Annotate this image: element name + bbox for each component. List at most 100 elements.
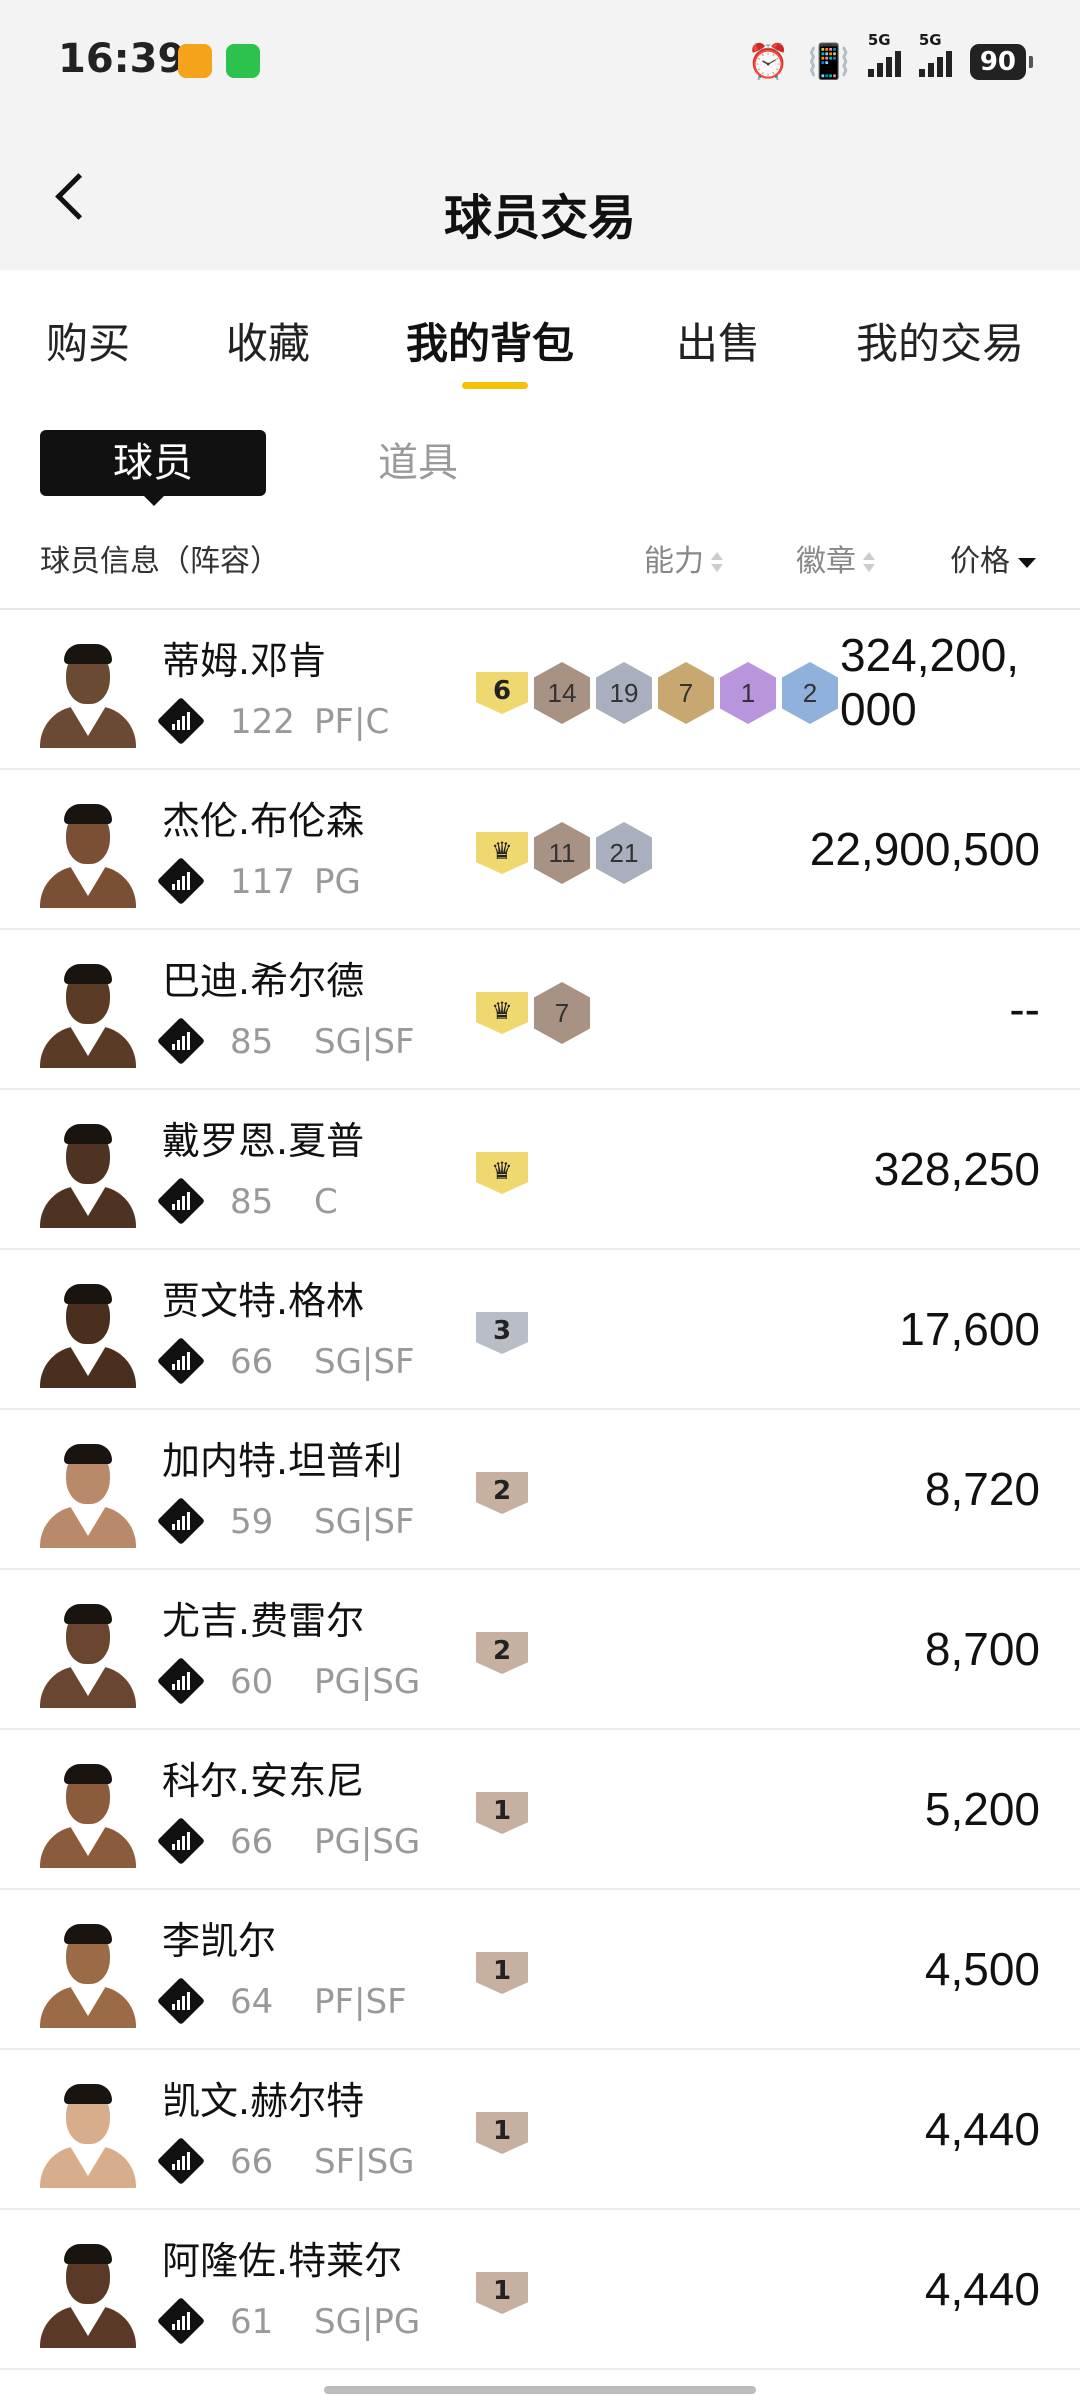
rating-icon <box>156 1656 206 1706</box>
player-rating: 64 <box>230 1982 274 2022</box>
skill-badge: 19 <box>596 662 652 724</box>
badge-group: 1 <box>476 2102 528 2164</box>
player-name: 李凯尔 <box>162 1919 277 1963</box>
app-notification-icon <box>178 44 212 78</box>
rating-icon <box>156 1816 206 1866</box>
tier-badge: ♛ <box>476 832 528 874</box>
avatar-hair <box>64 1284 112 1304</box>
player-row[interactable]: 贾文特.格林 66 SG|SF 3 17,600 <box>0 1250 1080 1410</box>
badge-group: ♛ 11 21 <box>476 822 652 884</box>
player-position: SG|SF <box>314 1502 415 1542</box>
home-indicator[interactable] <box>324 2386 756 2394</box>
skill-badge: 21 <box>596 822 652 884</box>
player-avatar <box>40 960 136 1068</box>
player-rating: 117 <box>230 862 295 902</box>
player-name: 贾文特.格林 <box>162 1279 365 1323</box>
player-position: SG|SF <box>314 1022 415 1062</box>
player-price: 324,200,000 <box>840 629 1020 735</box>
player-position: PF|SF <box>314 1982 407 2022</box>
player-row[interactable]: 凯文.赫尔特 66 SF|SG 1 4,440 <box>0 2050 1080 2210</box>
player-row[interactable]: 戴罗恩.夏普 85 C ♛ 328,250 <box>0 1090 1080 1250</box>
player-avatar <box>40 1120 136 1228</box>
player-position: SG|PG <box>314 2302 421 2342</box>
badge-group: 1 <box>476 1942 528 2004</box>
player-avatar <box>40 1280 136 1388</box>
avatar-hair <box>64 804 112 824</box>
player-row[interactable]: 李凯尔 64 PF|SF 1 4,500 <box>0 1890 1080 2050</box>
player-name: 巴迪.希尔德 <box>162 959 365 1003</box>
player-rating: 85 <box>230 1182 274 1222</box>
tier-badge: ♛ <box>476 992 528 1034</box>
column-price-label: 价格 <box>950 544 1010 579</box>
player-list: 蒂姆.邓肯 122 PF|C 6 14 19 7 1 2 324,200,000 杰伦.布伦森 117… <box>0 610 1080 2370</box>
crown-icon: ♛ <box>491 1157 513 1185</box>
badge-group: ♛ 7 <box>476 982 590 1044</box>
rating-icon <box>156 1496 206 1546</box>
column-badge[interactable]: 徽章 <box>796 536 876 580</box>
player-rating: 85 <box>230 1022 274 1062</box>
player-position: SF|SG <box>314 2142 415 2182</box>
alarm-icon: ⏰ <box>747 42 790 82</box>
rating-icon <box>156 696 206 746</box>
column-player-info: 球员信息（阵容） <box>40 544 280 579</box>
player-position: PG|SG <box>314 1662 421 1702</box>
column-ability[interactable]: 能力 <box>644 536 724 580</box>
rating-icon <box>156 1976 206 2026</box>
network-type-label: 5G <box>867 31 891 49</box>
crown-icon: ♛ <box>491 837 513 865</box>
page-title: 球员交易 <box>443 190 636 246</box>
tier-badge: 1 <box>476 2112 528 2154</box>
player-name: 加内特.坦普利 <box>162 1439 403 1483</box>
avatar-hair <box>64 2084 112 2104</box>
tab-sell[interactable]: 出售 <box>676 310 760 371</box>
player-price: 8,700 <box>924 1623 1040 1675</box>
player-row[interactable]: 阿隆佐.特莱尔 61 SG|PG 1 4,440 <box>0 2210 1080 2370</box>
player-price: -- <box>1009 983 1040 1035</box>
rating-icon <box>156 2136 206 2186</box>
status-bar: 16:39 ⏰ 📳 5G 5G 90 <box>0 0 1080 130</box>
network-type-label: 5G <box>918 31 942 49</box>
player-avatar <box>40 1760 136 1868</box>
player-price: 22,900,500 <box>809 823 1040 875</box>
vibrate-icon: 📳 <box>807 42 850 82</box>
signal-icon: 5G <box>867 31 901 77</box>
column-ability-label: 能力 <box>644 544 704 579</box>
player-price: 4,440 <box>924 2263 1040 2315</box>
rating-icon <box>156 2296 206 2346</box>
avatar-hair <box>64 644 112 664</box>
sort-desc-icon <box>1018 557 1036 568</box>
avatar-hair <box>64 1764 112 1784</box>
tier-badge: 2 <box>476 1472 528 1514</box>
avatar-hair <box>64 1124 112 1144</box>
player-row[interactable]: 加内特.坦普利 59 SG|SF 2 8,720 <box>0 1410 1080 1570</box>
tier-badge: 3 <box>476 1312 528 1354</box>
player-rating: 66 <box>230 1822 274 1862</box>
rating-icon <box>156 1176 206 1226</box>
player-rating: 60 <box>230 1662 274 1702</box>
rating-icon <box>156 1016 206 1066</box>
crown-icon: ♛ <box>491 997 513 1025</box>
column-price[interactable]: 价格 <box>950 536 1036 580</box>
tab-my-trades[interactable]: 我的交易 <box>856 310 1024 371</box>
segment-items[interactable]: 道具 <box>378 430 458 496</box>
player-row[interactable]: 科尔.安东尼 66 PG|SG 1 5,200 <box>0 1730 1080 1890</box>
player-row[interactable]: 巴迪.希尔德 85 SG|SF ♛ 7 -- <box>0 930 1080 1090</box>
wechat-icon <box>226 44 260 78</box>
player-price: 8,720 <box>924 1463 1040 1515</box>
player-price: 4,500 <box>924 1943 1040 1995</box>
player-price: 5,200 <box>924 1783 1040 1835</box>
player-row[interactable]: 蒂姆.邓肯 122 PF|C 6 14 19 7 1 2 324,200,000 <box>0 610 1080 770</box>
avatar-hair <box>64 1924 112 1944</box>
player-avatar <box>40 800 136 908</box>
tab-buy[interactable]: 购买 <box>46 310 130 371</box>
avatar-hair <box>64 964 112 984</box>
tab-bar: 购买 收藏 我的背包 出售 我的交易 <box>0 270 1080 398</box>
player-row[interactable]: 尤吉.费雷尔 60 PG|SG 2 8,700 <box>0 1570 1080 1730</box>
avatar-hair <box>64 2244 112 2264</box>
tab-my-backpack[interactable]: 我的背包 <box>406 310 574 371</box>
signal-icon: 5G <box>918 31 952 77</box>
player-row[interactable]: 杰伦.布伦森 117 PG ♛ 11 21 22,900,500 <box>0 770 1080 930</box>
tab-favorites[interactable]: 收藏 <box>226 310 310 371</box>
segment-players[interactable]: 球员 <box>40 430 266 496</box>
player-rating: 66 <box>230 2142 274 2182</box>
